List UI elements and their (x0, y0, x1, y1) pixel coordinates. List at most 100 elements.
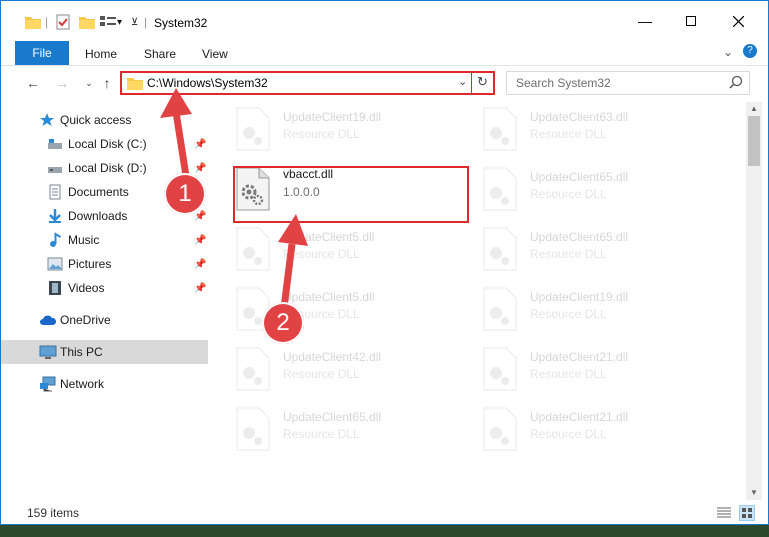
dll-file-icon (483, 167, 517, 211)
address-dropdown-icon[interactable]: ⌄ (458, 75, 467, 88)
scroll-down-icon[interactable]: ▼ (750, 488, 758, 497)
file-name: UpdateClient21.dll (530, 410, 629, 424)
tab-file[interactable]: File (15, 41, 69, 65)
quick-access-dropdown-icon[interactable]: ⊻ (131, 13, 138, 31)
customize-icon[interactable] (100, 13, 116, 31)
scroll-thumb[interactable] (748, 116, 760, 166)
file-list: UpdateClient19.dll Resource DLL vbacct.d… (221, 102, 746, 500)
sidebar-item-label: Downloads (68, 209, 128, 223)
list-item[interactable]: UpdateClient63.dll Resource DLL (468, 102, 708, 158)
new-folder-icon[interactable] (79, 13, 95, 31)
chevron-down-icon[interactable]: ▾ (117, 13, 122, 31)
sidebar-item-videos[interactable]: Videos 📌 (1, 276, 208, 300)
address-path[interactable]: C:\Windows\System32 (147, 76, 268, 90)
list-item[interactable]: UpdateClient42.dll Resource DLL (221, 342, 461, 398)
explorer-window: | ▾ ⊻ | System32 — File Home Share View … (0, 0, 769, 525)
sidebar-item-label: Videos (68, 281, 105, 295)
vertical-scrollbar[interactable]: ▲ ▼ (746, 102, 762, 500)
sidebar-item-music[interactable]: Music 📌 (1, 228, 208, 252)
folder-icon (25, 13, 41, 31)
file-description: Resource DLL (530, 307, 607, 321)
file-name: UpdateClient65.dll (283, 410, 382, 424)
file-description: Resource DLL (283, 247, 360, 261)
file-description: Resource DLL (530, 427, 607, 441)
list-item[interactable]: UpdateClient19.dll Resource DLL (221, 102, 461, 158)
sidebar-item-quick-access[interactable]: Quick access (1, 108, 208, 132)
list-item[interactable]: UpdateClient65.dll Resource DLL (221, 402, 461, 458)
tiles-view-icon[interactable] (739, 505, 755, 521)
recent-locations-icon[interactable]: ⌄ (80, 74, 98, 92)
sidebar-item-label: Documents (68, 185, 129, 199)
folder-icon (127, 76, 143, 93)
search-icon[interactable] (729, 75, 743, 92)
list-item[interactable]: UpdateClient65.dll Resource DLL (468, 162, 708, 218)
tab-home[interactable]: Home (85, 47, 117, 61)
sidebar-item-label: OneDrive (60, 313, 111, 327)
sidebar-item-label: Local Disk (D:) (68, 161, 147, 175)
forward-button[interactable]: → (53, 74, 71, 92)
dll-file-icon (483, 407, 517, 451)
expand-ribbon-icon[interactable]: ⌄ (723, 45, 733, 59)
drive-icon (47, 136, 63, 152)
file-description: Resource DLL (283, 367, 360, 381)
step-badge-1: 1 (164, 173, 206, 215)
dll-file-icon (236, 407, 270, 451)
pin-icon[interactable]: 📌 (194, 211, 206, 222)
properties-icon[interactable] (56, 13, 70, 31)
list-item[interactable]: UpdateClient21.dll Resource DLL (468, 402, 708, 458)
pin-icon[interactable]: 📌 (194, 163, 206, 174)
tab-view[interactable]: View (202, 47, 228, 61)
title-bar: | ▾ ⊻ | System32 — (1, 1, 768, 41)
file-name: UpdateClient21.dll (530, 350, 629, 364)
file-name: UpdateClient65.dll (530, 230, 629, 244)
dll-file-icon (236, 347, 270, 391)
scroll-up-icon[interactable]: ▲ (750, 104, 758, 113)
list-item[interactable]: UpdateClient65.dll Resource DLL (468, 222, 708, 278)
sidebar-item-onedrive[interactable]: OneDrive (1, 308, 208, 332)
search-input[interactable]: Search System32 (506, 71, 750, 95)
dll-file-icon (483, 287, 517, 331)
sidebar-item-network[interactable]: Network (1, 372, 208, 396)
pin-icon[interactable]: 📌 (194, 139, 206, 150)
minimize-button[interactable]: — (622, 1, 668, 41)
tab-share[interactable]: Share (144, 47, 176, 61)
window-title: System32 (154, 16, 208, 30)
pin-icon[interactable]: 📌 (194, 235, 206, 246)
star-icon (39, 112, 55, 128)
pin-icon[interactable]: 📌 (194, 259, 206, 270)
file-description: Resource DLL (530, 127, 607, 141)
highlight-box-vbacct (233, 166, 469, 223)
file-description: Resource DLL (530, 247, 607, 261)
sidebar-item-pictures[interactable]: Pictures 📌 (1, 252, 208, 276)
file-name: UpdateClient63.dll (530, 110, 629, 124)
refresh-icon[interactable]: ↻ (477, 74, 488, 90)
close-button[interactable] (715, 1, 761, 41)
address-bar[interactable]: C:\Windows\System32 ⌄ ↻ (120, 71, 495, 95)
sidebar-item-local-disk-c[interactable]: Local Disk (C:) 📌 (1, 132, 208, 156)
details-view-icon[interactable] (717, 506, 731, 523)
sidebar-item-label: Quick access (60, 113, 132, 127)
separator: | (45, 15, 49, 29)
back-button[interactable]: ← (24, 74, 42, 92)
sidebar-item-this-pc[interactable]: This PC (1, 340, 208, 364)
sidebar-item-label: This PC (60, 345, 103, 359)
divider (471, 71, 472, 95)
up-button[interactable]: ↑ (98, 74, 116, 92)
maximize-button[interactable] (668, 1, 714, 41)
cloud-icon (39, 312, 57, 328)
sidebar-item-label: Local Disk (C:) (68, 137, 147, 151)
computer-icon (39, 344, 57, 360)
list-item[interactable]: UpdateClient5.dll Resource DLL (221, 222, 461, 278)
list-item[interactable]: UpdateClient5.dll Resource DLL (221, 282, 461, 338)
sidebar-item-label: Pictures (68, 257, 112, 271)
list-item[interactable]: UpdateClient19.dll Resource DLL (468, 282, 708, 338)
documents-icon (47, 184, 63, 200)
file-description: Resource DLL (283, 127, 360, 141)
navigation-pane: Quick access Local Disk (C:) 📌 Local Dis… (1, 102, 210, 500)
pin-icon[interactable]: 📌 (194, 283, 206, 294)
list-item[interactable]: UpdateClient21.dll Resource DLL (468, 342, 708, 398)
help-icon[interactable]: ? (743, 44, 757, 58)
pictures-icon (47, 256, 63, 272)
file-name: UpdateClient5.dll (283, 230, 375, 244)
file-name: UpdateClient5.dll (283, 290, 375, 304)
